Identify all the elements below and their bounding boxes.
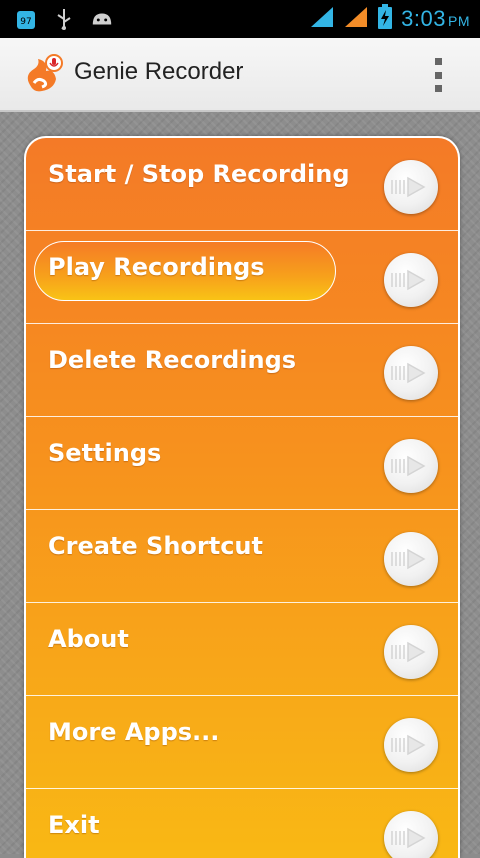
genie-logo-icon[interactable] [20,51,66,97]
menu-item-play-recordings[interactable]: Play Recordings [26,231,458,324]
menu-item-label: Start / Stop Recording [48,160,350,188]
arrow-right-icon[interactable] [384,718,438,772]
clock-time: 3:03 [401,6,446,31]
main-menu: Start / Stop Recording Play Recordings D… [24,136,460,858]
signal-icon [309,5,335,33]
status-bar: 97 3:03 PM [0,0,480,38]
arrow-right-icon[interactable] [384,439,438,493]
signal-roaming-icon [343,5,369,33]
menu-item-label: More Apps... [48,718,220,746]
menu-item-label: Settings [48,439,162,467]
menu-item-label: Exit [48,811,100,839]
usb-icon [52,7,76,31]
menu-item-exit[interactable]: Exit [26,789,458,858]
svg-text:97: 97 [20,17,31,27]
clock-ampm: PM [448,13,470,29]
battery-charging-icon [377,4,393,34]
menu-item-about[interactable]: About [26,603,458,696]
android-debug-icon [90,7,114,31]
menu-item-label: Create Shortcut [48,532,263,560]
overflow-menu-icon[interactable] [428,58,448,92]
menu-item-start-stop-recording[interactable]: Start / Stop Recording [26,138,458,231]
arrow-right-icon[interactable] [384,160,438,214]
menu-item-delete-recordings[interactable]: Delete Recordings [26,324,458,417]
menu-item-create-shortcut[interactable]: Create Shortcut [26,510,458,603]
arrow-right-icon[interactable] [384,625,438,679]
arrow-right-icon[interactable] [384,532,438,586]
menu-item-label: Delete Recordings [48,346,297,374]
arrow-right-icon[interactable] [384,811,438,858]
menu-item-settings[interactable]: Settings [26,417,458,510]
clock: 3:03 PM [401,6,470,32]
action-bar: Genie Recorder [0,38,480,112]
notification-badge-icon: 97 [14,7,38,31]
arrow-right-icon[interactable] [384,253,438,307]
arrow-right-icon[interactable] [384,346,438,400]
menu-item-more-apps[interactable]: More Apps... [26,696,458,789]
menu-item-label: Play Recordings [48,253,265,281]
app-title: Genie Recorder [74,58,244,85]
menu-item-label: About [48,625,129,653]
